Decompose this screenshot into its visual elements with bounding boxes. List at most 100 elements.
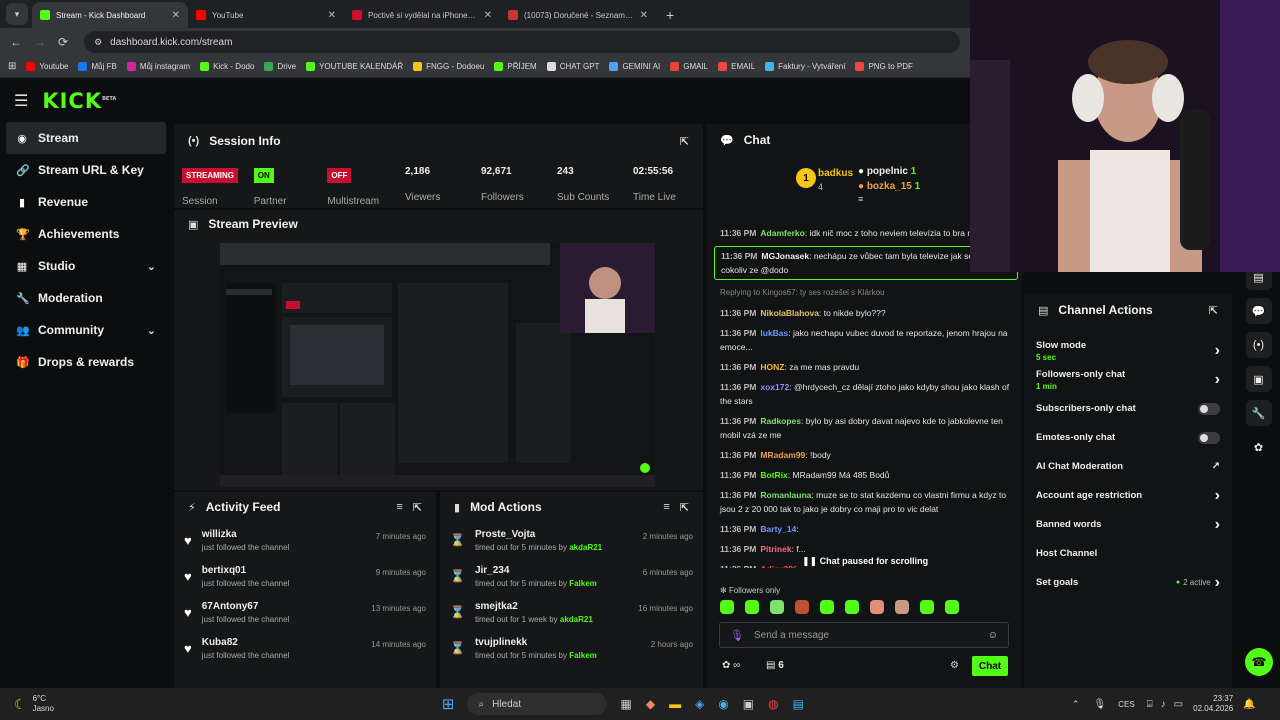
chat-bubble-icon[interactable]: 💬 [1245,298,1272,324]
tray-chevron-icon[interactable]: ⌃ [1072,699,1080,710]
sidebar-item-revenue[interactable]: ▮ Revenue [6,186,166,218]
store-icon[interactable]: ▣ [1245,366,1272,392]
chat-username[interactable]: Barty_14 [760,524,796,534]
activity-username[interactable]: willizka [202,529,366,540]
activity-item[interactable]: ♥ bertixq01 just followed the channel 9 min… [174,558,436,594]
back-icon[interactable]: ← [10,35,22,49]
mod-action-item[interactable]: ⌛ Jir_234 timed out for 5 minutes by Falke… [440,558,703,594]
network-icon[interactable]: ⌸ [1147,699,1153,710]
bookmark-item[interactable]: Můj FB [78,62,117,71]
bookmark-item[interactable]: Faktury - Vytváření [765,62,845,71]
chat-username[interactable]: NikolaBlahova [760,308,819,318]
sidebar-item-drops-rewards[interactable]: 🎁 Drops & rewards [6,346,166,378]
chat-username[interactable]: Romanlauna [760,490,811,500]
popout-icon[interactable]: ⇱ [680,501,689,514]
battery-icon[interactable]: ▭ [1174,699,1183,710]
mod-target-username[interactable]: tvujplinekk [475,637,641,648]
notifications-icon[interactable]: 🔔 [1243,699,1255,710]
close-tab-icon[interactable]: ✕ [328,10,336,21]
bookmark-item[interactable]: PŘÍJEM [494,62,537,71]
channel-action-ai-chat-moderation[interactable]: AI Chat Moderation ↗ [1024,452,1232,481]
chat-message[interactable]: 11:36 PM NikolaBlahova: to nikde bylo??? [706,306,1022,320]
mod-action-item[interactable]: ⌛ smejtka2 timed out for 1 week by akdaR21… [440,594,703,630]
toggle-switch[interactable] [1198,431,1220,444]
mic-icon[interactable]: 🎙 [730,629,744,642]
clock[interactable]: 23:37 02.04.2026 [1193,694,1233,714]
chat-username[interactable]: lukBas [760,328,788,338]
toggle-switch[interactable] [1198,402,1220,415]
channel-action-set-goals[interactable]: Set goals ● 2 active › [1024,568,1232,597]
emote-icon[interactable] [870,600,884,614]
chevron-right-icon[interactable]: › [1215,371,1220,389]
weather-icon[interactable]: ☾ [14,696,27,713]
sidebar-item-stream[interactable]: ◉ Stream [6,122,166,154]
wrench-icon[interactable]: 🔧 [1245,400,1272,426]
popout-icon[interactable]: ⇱ [1209,304,1218,317]
chat-username[interactable]: Adamferko [760,228,804,238]
chevron-down-icon[interactable]: ⌄ [147,324,156,337]
chevron-right-icon[interactable]: › [1215,516,1220,534]
leader-name[interactable]: badkus [818,168,853,179]
emote-icon[interactable] [820,600,834,614]
filter-icon[interactable]: ≡ [663,501,669,513]
popout-icon[interactable]: ⇱ [680,135,689,148]
activity-item[interactable]: ♥ 67Antony67 just followed the channel 13 m… [174,594,436,630]
mod-target-username[interactable]: Jir_234 [475,565,633,576]
chevron-right-icon[interactable]: › [1215,574,1220,592]
bookmark-item[interactable]: YOUTUBE KALENDÁŘ [306,62,403,71]
bookmark-item[interactable]: CHAT GPT [546,62,599,71]
browser-tab[interactable]: (10073) Doručené - Seznam Em ✕ [500,2,656,28]
mod-action-item[interactable]: ⌛ tvujplinekk timed out for 5 minutes by F… [440,630,703,666]
copilot-icon[interactable]: ◆ [646,697,655,711]
reply-hint[interactable]: Replying to Kingos67: ty ses rozešel s K… [706,286,1022,300]
channel-action-emotes-only-chat[interactable]: Emotes-only chat [1024,423,1232,452]
chat-username[interactable]: Radkopes [760,416,801,426]
chat-paused-banner[interactable]: ❚❚ Chat paused for scrolling [796,554,935,569]
moderator-name[interactable]: akdaR21 [560,615,593,624]
emote-icon[interactable] [720,600,734,614]
channel-action-slow-mode[interactable]: Slow mode 5 sec › [1024,336,1232,365]
channel-action-account-age-restriction[interactable]: Account age restriction › [1024,481,1232,510]
bookmark-item[interactable]: FNGG - Dodoeu [413,62,484,71]
sidebar-item-studio[interactable]: ▦ Studio ⌄ [6,250,166,282]
sidebar-item-stream-url-key[interactable]: 🔗 Stream URL & Key [6,154,166,186]
emote-icon[interactable] [920,600,934,614]
chat-message[interactable]: 11:36 PM Romanlauna: muze se to stat kazd… [706,488,1022,516]
chat-message[interactable]: 11:36 PM Barty_14: [706,522,1022,536]
forward-icon[interactable]: → [34,35,46,49]
channel-action-banned-words[interactable]: Banned words › [1024,510,1232,539]
chat-input[interactable]: 🎙 Send a message ☺ [719,622,1009,648]
emote-icon[interactable] [845,600,859,614]
mic-tray-icon[interactable]: 🎙 [1094,699,1107,710]
community-icon[interactable]: ✿ ∞ [722,660,740,671]
mod-target-username[interactable]: Proste_Vojta [475,529,633,540]
activity-username[interactable]: bertixq01 [202,565,366,576]
new-tab-icon[interactable]: + [666,7,674,23]
chat-username[interactable]: Pitrinek [760,544,791,554]
mod-target-username[interactable]: smejtka2 [475,601,628,612]
emoji-icon[interactable]: ☺ [988,630,998,641]
browser-tab[interactable]: Stream - Kick Dashboard ✕ [32,2,188,28]
menu-icon[interactable]: ☰ [14,91,28,111]
filter-icon[interactable]: ≡ [396,501,402,513]
chat-message[interactable]: 11:36 PM MRadam99: !body [706,448,1022,462]
chat-message[interactable]: 11:36 PM Radkopes: bylo by asi dobry dava… [706,414,1022,442]
bookmark-item[interactable]: Drive [264,62,296,71]
close-tab-icon[interactable]: ✕ [640,10,648,21]
channel-action-followers-only-chat[interactable]: Followers-only chat 1 min › [1024,365,1232,394]
browser-tab[interactable]: YouTube ✕ [188,2,344,28]
chat-message[interactable]: 11:36 PM lukBas: jako nechapu vubec duvod… [706,326,1022,354]
emote-icon[interactable] [795,600,809,614]
activity-username[interactable]: Kuba82 [202,637,362,648]
chat-settings-icon[interactable]: ⚙ [950,660,959,671]
terminal-icon[interactable]: ▣ [743,697,754,711]
emote-icon[interactable] [895,600,909,614]
mod-action-item[interactable]: ⌛ Proste_Vojta timed out for 5 minutes by … [440,522,703,558]
edge-icon[interactable]: ◉ [718,697,728,711]
chat-send-button[interactable]: Chat [972,656,1008,676]
moderator-name[interactable]: Falkem [569,651,597,660]
chat-username[interactable]: MGJonasek [761,251,809,261]
taskbar-search[interactable]: ⌕ Hledat [466,693,607,715]
chevron-right-icon[interactable]: › [1215,342,1220,360]
close-tab-icon[interactable]: ✕ [172,10,180,21]
